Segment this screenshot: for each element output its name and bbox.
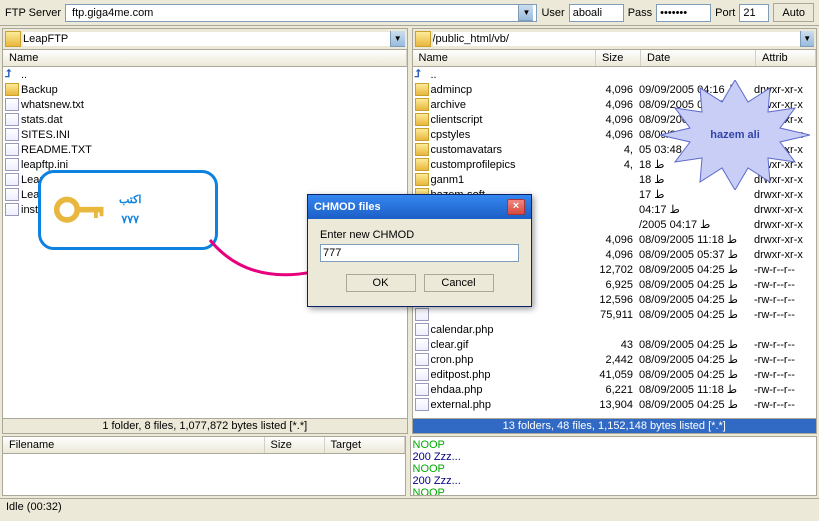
- close-icon[interactable]: ×: [507, 199, 525, 215]
- up-icon: ⮥: [415, 68, 429, 81]
- dialog-title: CHMOD files: [314, 201, 381, 213]
- folder-icon: [415, 31, 431, 47]
- chevron-down-icon[interactable]: ▼: [518, 5, 533, 21]
- file-icon: [5, 158, 19, 171]
- log-line: NOOP: [413, 439, 815, 451]
- server-combo[interactable]: ▼: [65, 4, 537, 22]
- remote-footer: 13 folders, 48 files, 1,152,148 bytes li…: [413, 418, 817, 433]
- col-name[interactable]: Name: [413, 50, 597, 66]
- folder-icon: [5, 31, 21, 47]
- file-icon: [5, 188, 19, 201]
- folder-icon: [415, 113, 429, 126]
- file-icon: [5, 173, 19, 186]
- list-item[interactable]: 75,91108/09/2005 04:25 ط-rw-r--r--: [413, 307, 817, 322]
- ok-button[interactable]: OK: [346, 274, 416, 292]
- file-icon: [415, 383, 429, 396]
- file-icon: [415, 368, 429, 381]
- list-item[interactable]: Backup: [3, 82, 407, 97]
- col-filename[interactable]: Filename: [3, 437, 265, 453]
- port-label: Port: [715, 7, 735, 19]
- folder-icon: [415, 173, 429, 186]
- status-bar: Idle (00:32): [0, 498, 819, 515]
- log-line: NOOP: [413, 463, 815, 475]
- col-size[interactable]: Size: [596, 50, 641, 66]
- port-input[interactable]: [739, 4, 769, 22]
- folder-icon: [415, 128, 429, 141]
- list-item[interactable]: external.php13,90408/09/2005 04:25 ط-rw-…: [413, 397, 817, 412]
- log-pane: NOOP 200 Zzz... NOOP 200 Zzz... NOOP 200…: [410, 436, 818, 496]
- server-label: FTP Server: [5, 7, 61, 19]
- chmod-label: Enter new CHMOD: [320, 229, 519, 241]
- local-header[interactable]: Name: [3, 50, 407, 67]
- bubble-line2: ٧٧٧: [119, 210, 141, 230]
- folder-icon: [415, 98, 429, 111]
- pass-label: Pass: [628, 7, 652, 19]
- chevron-down-icon[interactable]: ▼: [800, 31, 814, 47]
- log-line: 200 Zzz...: [413, 475, 815, 487]
- burst-text: hazem ali: [710, 129, 760, 141]
- status-idle: Idle (00:32): [6, 501, 62, 513]
- file-icon: [415, 308, 429, 321]
- file-icon: [5, 203, 19, 216]
- key-icon: [53, 191, 109, 228]
- local-path-input[interactable]: [23, 32, 390, 46]
- local-path-combo[interactable]: ▼: [23, 31, 405, 47]
- cancel-button[interactable]: Cancel: [424, 274, 494, 292]
- list-item[interactable]: clear.gif4308/09/2005 04:25 ط-rw-r--r--: [413, 337, 817, 352]
- remote-path-input[interactable]: [433, 32, 800, 46]
- chevron-down-icon[interactable]: ▼: [390, 31, 404, 47]
- col-name[interactable]: Name: [3, 50, 407, 66]
- folder-icon: [415, 143, 429, 156]
- list-item[interactable]: cron.php2,44208/09/2005 04:25 ط-rw-r--r-…: [413, 352, 817, 367]
- up-icon: ⮥: [5, 68, 19, 81]
- file-icon: [415, 398, 429, 411]
- server-input[interactable]: [69, 6, 518, 20]
- top-toolbar: FTP Server ▼ User Pass Port Auto: [0, 0, 819, 26]
- col-attr[interactable]: Attrib: [756, 50, 816, 66]
- folder-icon: [415, 83, 429, 96]
- file-icon: [5, 143, 19, 156]
- file-icon: [5, 98, 19, 111]
- up-row[interactable]: ⮥..: [3, 67, 407, 82]
- annotation-bubble: اكتب ٧٧٧: [38, 170, 218, 250]
- list-item[interactable]: stats.dat: [3, 112, 407, 127]
- list-item[interactable]: ehdaa.php6,22108/09/2005 11:18 ط-rw-r--r…: [413, 382, 817, 397]
- list-item[interactable]: calendar.php: [413, 322, 817, 337]
- dialog-titlebar[interactable]: CHMOD files ×: [308, 195, 531, 219]
- remote-path-combo[interactable]: ▼: [433, 31, 815, 47]
- local-footer: 1 folder, 8 files, 1,077,872 bytes liste…: [3, 418, 407, 433]
- bubble-line1: اكتب: [119, 190, 141, 210]
- list-item[interactable]: SITES.INI: [3, 127, 407, 142]
- file-icon: [415, 338, 429, 351]
- queue-pane[interactable]: Filename Size Target: [2, 436, 406, 496]
- chmod-dialog: CHMOD files × Enter new CHMOD OK Cancel: [307, 194, 532, 307]
- col-date[interactable]: Date: [641, 50, 756, 66]
- list-item[interactable]: whatsnew.txt: [3, 97, 407, 112]
- log-line: NOOP: [413, 487, 815, 496]
- folder-icon: [415, 158, 429, 171]
- col-size[interactable]: Size: [265, 437, 325, 453]
- chmod-input[interactable]: [320, 244, 519, 262]
- auto-button[interactable]: Auto: [773, 3, 814, 22]
- list-item[interactable]: README.TXT: [3, 142, 407, 157]
- list-item[interactable]: editpost.php41,05908/09/2005 04:25 ط-rw-…: [413, 367, 817, 382]
- file-icon: [5, 113, 19, 126]
- user-input[interactable]: [569, 4, 624, 22]
- log-line: 200 Zzz...: [413, 451, 815, 463]
- file-icon: [415, 353, 429, 366]
- col-target[interactable]: Target: [325, 437, 405, 453]
- starburst-annotation: hazem ali: [660, 80, 810, 190]
- user-label: User: [541, 7, 564, 19]
- remote-header[interactable]: Name Size Date Attrib: [413, 50, 817, 67]
- folder-icon: [5, 83, 19, 96]
- file-icon: [5, 128, 19, 141]
- pass-input[interactable]: [656, 4, 711, 22]
- file-icon: [415, 323, 429, 336]
